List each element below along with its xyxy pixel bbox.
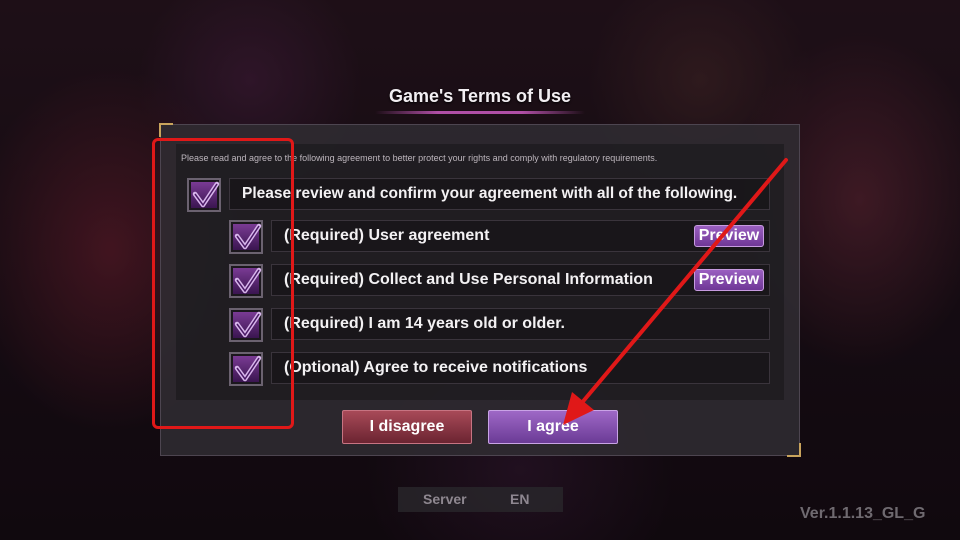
arrow-icon xyxy=(563,158,788,425)
